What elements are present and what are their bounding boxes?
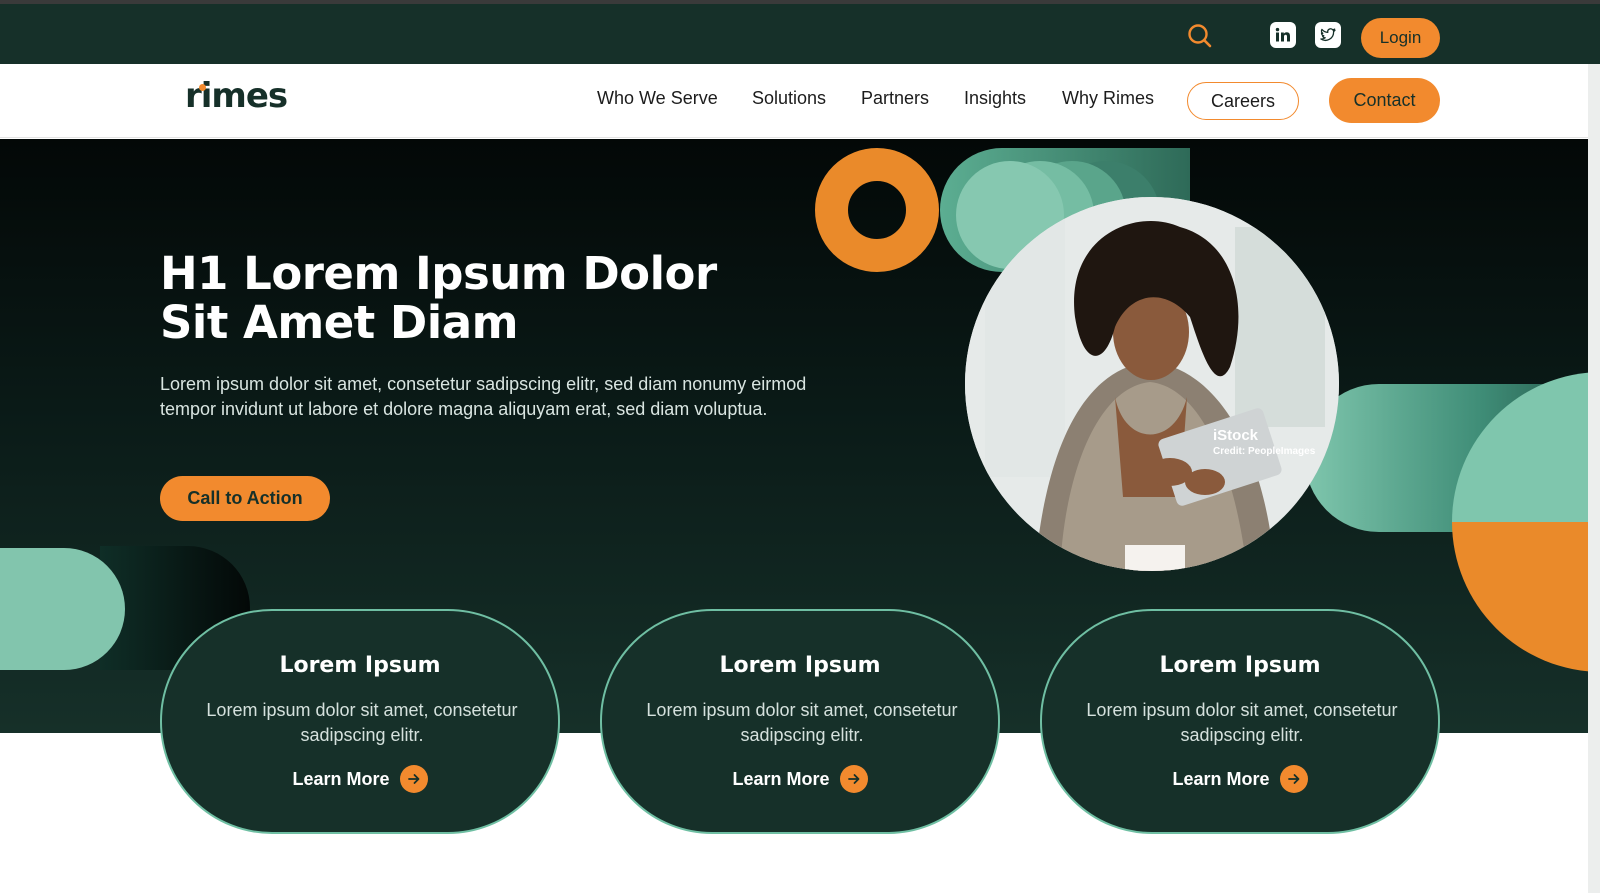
feature-card: Lorem Ipsum Lorem ipsum dolor sit amet, … bbox=[600, 609, 1000, 834]
nav-who-we-serve[interactable]: Who We Serve bbox=[597, 88, 718, 109]
call-to-action-button[interactable]: Call to Action bbox=[160, 476, 330, 521]
login-button[interactable]: Login bbox=[1361, 18, 1440, 58]
logo-accent-dot bbox=[199, 84, 206, 91]
nav-insights[interactable]: Insights bbox=[964, 88, 1026, 109]
hero-heading: H1 Lorem Ipsum Dolor Sit Amet Diam bbox=[160, 249, 720, 347]
card-text: Lorem ipsum dolor sit amet, consetetur s… bbox=[646, 700, 958, 745]
woman-with-tablet-image bbox=[965, 197, 1339, 571]
main-nav: rimes Who We Serve Solutions Partners In… bbox=[0, 64, 1600, 138]
hero-photo: iStock Credit: PeopleImages bbox=[965, 197, 1339, 571]
careers-button[interactable]: Careers bbox=[1187, 82, 1299, 120]
card-title: Lorem Ipsum bbox=[1159, 653, 1321, 678]
arrow-right-icon[interactable] bbox=[839, 765, 868, 793]
hero-body: Lorem ipsum dolor sit amet, consetetur s… bbox=[160, 374, 807, 419]
card-text: Lorem ipsum dolor sit amet, consetetur s… bbox=[1086, 700, 1398, 745]
learn-more-label[interactable]: Learn More bbox=[292, 769, 389, 790]
card-title: Lorem Ipsum bbox=[279, 653, 441, 678]
feature-card: Lorem Ipsum Lorem ipsum dolor sit amet, … bbox=[160, 609, 560, 834]
learn-more-link[interactable]: Learn More bbox=[1042, 765, 1438, 793]
linkedin-icon[interactable] bbox=[1270, 22, 1296, 48]
feature-card: Lorem Ipsum Lorem ipsum dolor sit amet, … bbox=[1040, 609, 1440, 834]
rimes-logo[interactable]: rimes bbox=[185, 76, 288, 116]
nav-why-rimes[interactable]: Why Rimes bbox=[1062, 88, 1154, 109]
contact-button[interactable]: Contact bbox=[1329, 78, 1440, 123]
nav-solutions[interactable]: Solutions bbox=[752, 88, 826, 109]
image-watermark: iStock bbox=[1213, 427, 1259, 444]
learn-more-link[interactable]: Learn More bbox=[602, 765, 998, 793]
decorative-green-pill bbox=[0, 548, 125, 670]
hero-heading-line1: H1 Lorem Ipsum Dolor bbox=[160, 247, 717, 300]
utility-bar: Login bbox=[0, 4, 1600, 64]
learn-more-label[interactable]: Learn More bbox=[732, 769, 829, 790]
image-credit: Credit: PeopleImages bbox=[1213, 446, 1316, 457]
page-scrollbar[interactable] bbox=[1588, 64, 1600, 893]
learn-more-label[interactable]: Learn More bbox=[1172, 769, 1269, 790]
hero-heading-line2: Sit Amet Diam bbox=[160, 296, 518, 349]
arrow-right-icon[interactable] bbox=[399, 765, 428, 793]
search-icon[interactable] bbox=[1186, 22, 1214, 50]
decorative-split-circle bbox=[1452, 372, 1600, 672]
card-title: Lorem Ipsum bbox=[719, 653, 881, 678]
nav-partners[interactable]: Partners bbox=[861, 88, 929, 109]
card-text: Lorem ipsum dolor sit amet, consetetur s… bbox=[206, 700, 518, 745]
arrow-right-icon[interactable] bbox=[1279, 765, 1308, 793]
learn-more-link[interactable]: Learn More bbox=[162, 765, 558, 793]
decorative-orange-ring bbox=[815, 148, 939, 272]
twitter-icon[interactable] bbox=[1315, 22, 1341, 48]
